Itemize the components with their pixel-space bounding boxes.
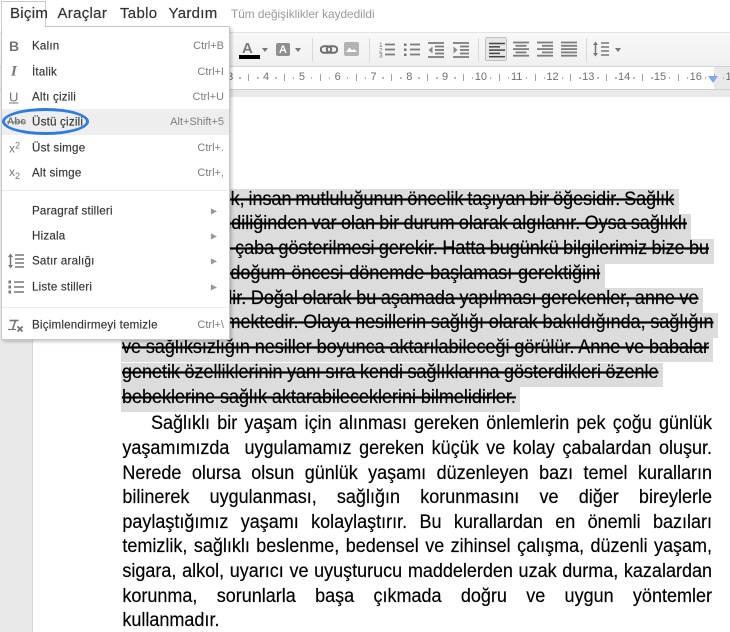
svg-text:3: 3 xyxy=(379,53,383,59)
